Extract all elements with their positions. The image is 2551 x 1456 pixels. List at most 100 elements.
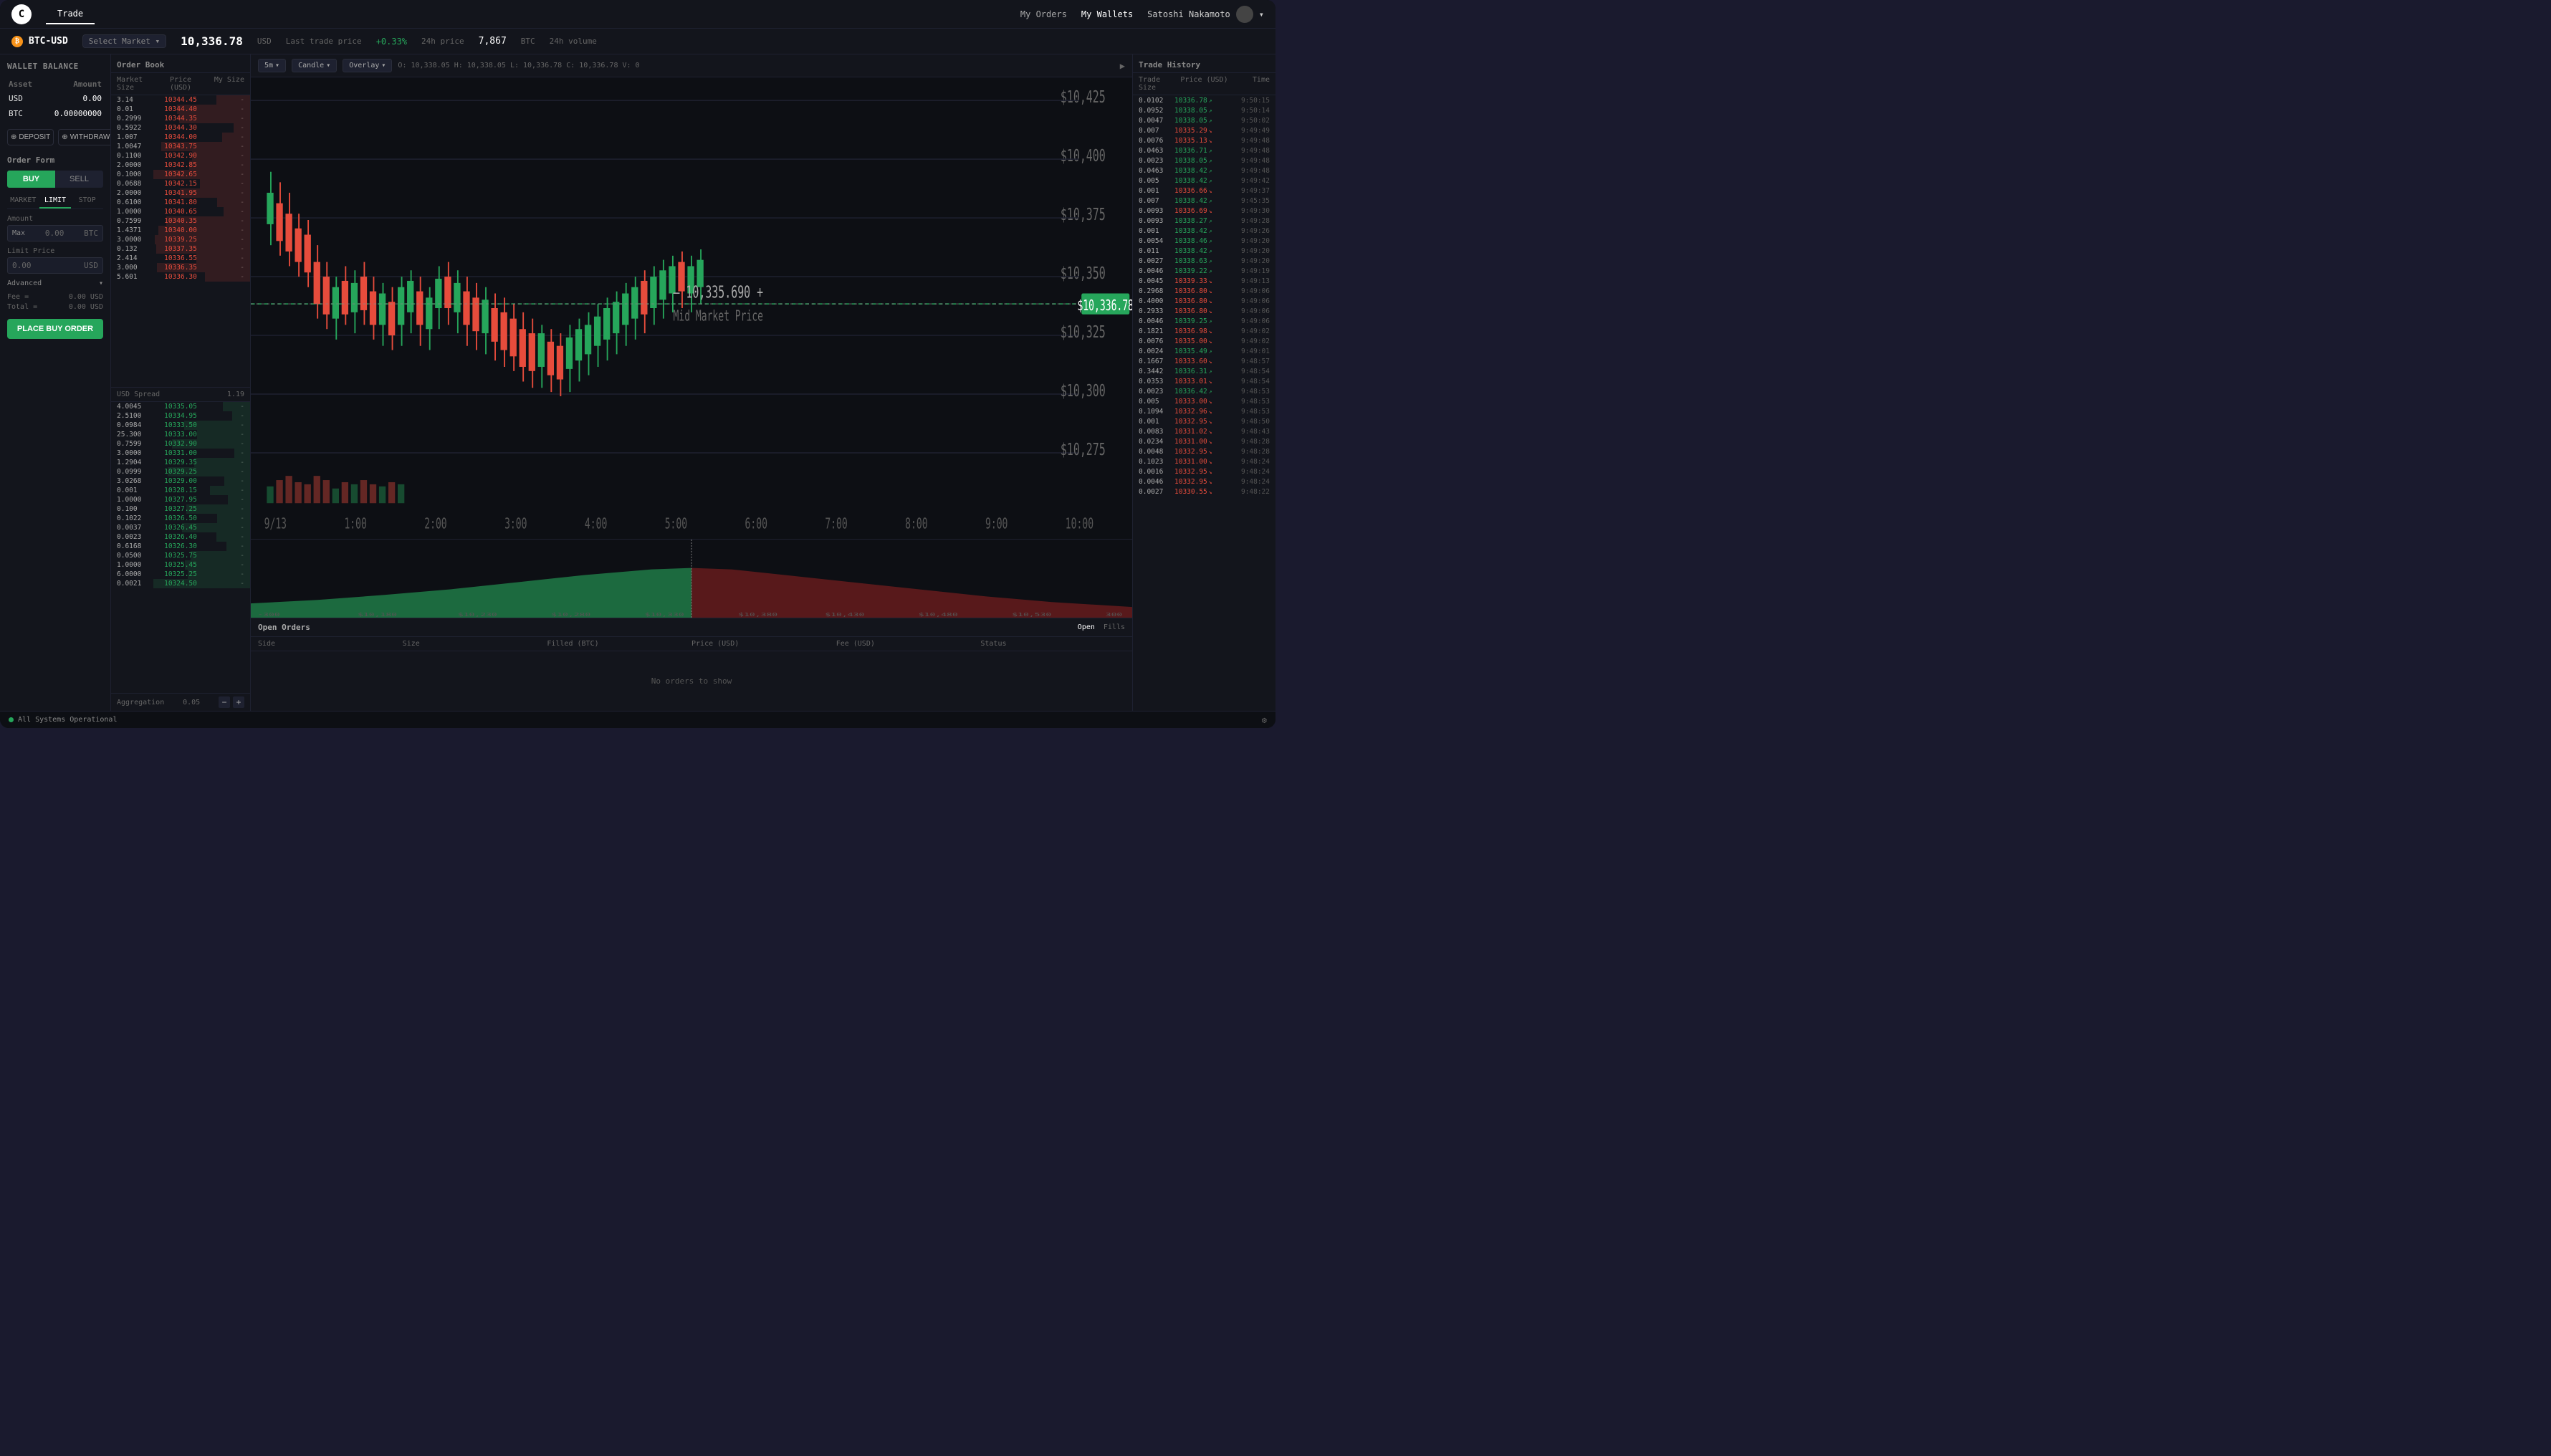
ask-row[interactable]: 3.0000 10339.25 - [111,235,250,244]
ob-aggregation: Aggregation 0.05 − + [111,693,250,711]
svg-text:$10,330: $10,330 [645,612,684,618]
ask-row[interactable]: 2.0000 10342.85 - [111,161,250,170]
svg-text:8:00: 8:00 [905,515,927,532]
agg-decrease-button[interactable]: − [219,696,230,708]
sell-button[interactable]: SELL [55,171,103,188]
bid-row[interactable]: 0.0037 10326.45 - [111,523,250,532]
max-label[interactable]: Max [12,229,25,237]
chart-navigate-right[interactable]: ▶ [1120,61,1125,71]
ask-row[interactable]: 3.000 10336.35 - [111,263,250,272]
agg-increase-button[interactable]: + [233,696,244,708]
bid-size: 1.2904 [117,459,159,466]
bid-row[interactable]: 6.0000 10325.25 - [111,570,250,579]
ask-row[interactable]: 1.007 10344.00 - [111,133,250,142]
ask-row[interactable]: 2.0000 10341.95 - [111,188,250,198]
bid-row[interactable]: 0.7599 10332.90 - [111,439,250,449]
bid-row[interactable]: 0.001 10328.15 - [111,486,250,495]
app-logo[interactable]: C [11,4,32,24]
svg-text:$10,400: $10,400 [1061,146,1106,166]
ask-row[interactable]: 0.132 10337.35 - [111,244,250,254]
ask-row[interactable]: 1.0047 10343.75 - [111,142,250,151]
bid-row[interactable]: 0.0023 10326.40 - [111,532,250,542]
bid-row[interactable]: 0.100 10327.25 - [111,504,250,514]
ask-row[interactable]: 2.414 10336.55 - [111,254,250,263]
bid-row[interactable]: 0.0500 10325.75 - [111,551,250,560]
bid-row[interactable]: 0.0984 10333.50 - [111,421,250,430]
advanced-toggle[interactable]: Advanced ▾ [7,279,103,287]
chart-type-selector[interactable]: Candle ▾ [292,59,337,72]
trade-size: 0.001 [1139,418,1174,426]
change-label: 24h price [421,37,464,46]
nav-tab-trade[interactable]: Trade [46,4,95,24]
ask-price: 10344.45 [159,96,201,104]
svg-text:$10,180: $10,180 [358,612,397,618]
candle-chart-area[interactable]: $10,425 $10,400 $10,375 $10,350 $10,325 … [251,77,1132,539]
tab-market[interactable]: MARKET [7,193,39,209]
timeframe-selector[interactable]: 5m ▾ [258,59,286,72]
bid-row[interactable]: 0.6168 10326.30 - [111,542,250,551]
deposit-icon: ⊕ [11,133,16,141]
trade-time: 9:49:06 [1234,317,1270,325]
tab-fills[interactable]: Fills [1104,623,1125,631]
bid-row[interactable]: 25.300 10333.00 - [111,430,250,439]
withdraw-button[interactable]: ⊕ WITHDRAW [58,129,111,145]
ob-col-my-size: My Size [202,76,244,92]
top-nav: C Trade My Orders My Wallets Satoshi Nak… [0,0,1276,29]
status-bar: All Systems Operational ⚙ [0,711,1276,728]
ask-row[interactable]: 0.5922 10344.30 - [111,123,250,133]
overlay-selector[interactable]: Overlay ▾ [343,59,392,72]
ask-row[interactable]: 0.1100 10342.90 - [111,151,250,161]
ask-price: 10340.65 [159,208,201,216]
bid-row[interactable]: 3.0000 10331.00 - [111,449,250,458]
wallet-col-asset: Asset [9,78,39,90]
ask-row[interactable]: 3.14 10344.45 - [111,95,250,105]
trade-direction-icon: ↘ [1209,328,1212,335]
bid-price: 10327.95 [159,496,201,504]
trade-price: 10336.98 ↘ [1174,327,1234,335]
tab-stop[interactable]: STOP [71,193,103,209]
last-price-label: Last trade price [286,37,362,46]
trade-history-row: 0.005 10338.42 ↗ 9:49:42 [1133,176,1276,186]
deposit-button[interactable]: ⊕ DEPOSIT [7,129,54,145]
bid-row[interactable]: 0.1022 10326.50 - [111,514,250,523]
ask-row[interactable]: 5.601 10336.30 - [111,272,250,282]
ask-row[interactable]: 0.6100 10341.80 - [111,198,250,207]
trade-direction-icon: ↘ [1209,469,1212,475]
ask-row[interactable]: 1.4371 10340.00 - [111,226,250,235]
bid-row[interactable]: 1.2904 10329.35 - [111,458,250,467]
trade-price: 10336.80 ↘ [1174,287,1234,295]
bid-size: 1.0000 [117,496,159,504]
ask-row[interactable]: 0.1000 10342.65 - [111,170,250,179]
buy-button[interactable]: BUY [7,171,55,188]
bid-row[interactable]: 1.0000 10327.95 - [111,495,250,504]
bid-row[interactable]: 3.0268 10329.00 - [111,476,250,486]
user-dropdown-icon[interactable]: ▾ [1259,9,1264,19]
amount-input[interactable]: Max 0.00 BTC [7,225,103,241]
tab-limit[interactable]: LIMIT [39,193,72,209]
place-buy-order-button[interactable]: PLACE BUY ORDER [7,319,103,339]
ask-price: 10344.30 [159,124,201,132]
bid-row[interactable]: 4.0045 10335.05 - [111,402,250,411]
bid-row[interactable]: 0.0999 10329.25 - [111,467,250,476]
ask-row[interactable]: 0.7599 10340.35 - [111,216,250,226]
bid-row[interactable]: 1.0000 10325.45 - [111,560,250,570]
settings-icon[interactable]: ⚙ [1262,715,1267,725]
market-select[interactable]: Select Market ▾ [82,34,166,48]
nav-my-orders[interactable]: My Orders [1020,9,1067,19]
ask-row[interactable]: 0.0688 10342.15 - [111,179,250,188]
bid-row[interactable]: 2.5100 10334.95 - [111,411,250,421]
ask-row[interactable]: 0.01 10344.40 - [111,105,250,114]
trade-history-row: 0.0952 10338.05 ↗ 9:50:14 [1133,105,1276,115]
bid-size: 0.1022 [117,514,159,522]
bid-size: 0.6168 [117,542,159,550]
bid-row[interactable]: 0.0021 10324.50 - [111,579,250,588]
nav-my-wallets[interactable]: My Wallets [1081,9,1133,19]
svg-text:$10,530: $10,530 [1012,612,1051,618]
trade-size: 0.0463 [1139,147,1174,155]
ask-row[interactable]: 1.0000 10340.65 - [111,207,250,216]
ask-row[interactable]: 0.2999 10344.35 - [111,114,250,123]
bid-size: 4.0045 [117,403,159,411]
limit-price-input[interactable]: 0.00 USD [7,257,103,274]
trade-price: 10338.27 ↗ [1174,217,1234,225]
tab-open-orders[interactable]: Open [1078,623,1095,631]
